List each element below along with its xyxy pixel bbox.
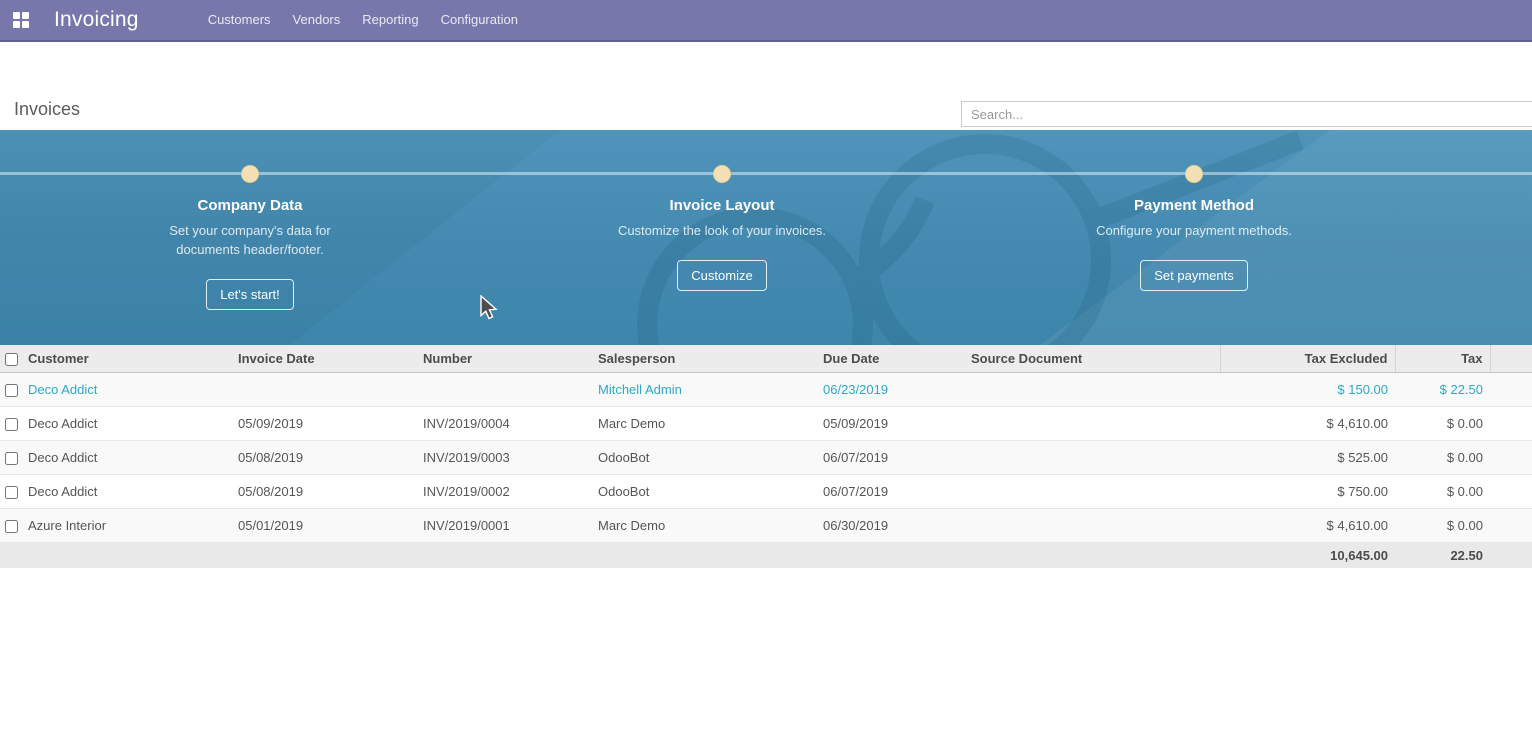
cell-customer: Deco Addict	[22, 474, 232, 508]
cell-number: INV/2019/0003	[417, 440, 592, 474]
table-header-row: Customer Invoice Date Number Salesperson…	[0, 345, 1532, 372]
onboarding-banner: Company Data Set your company's data for…	[0, 130, 1532, 345]
cell-due-date: 06/07/2019	[817, 440, 965, 474]
cell-due-date: 06/30/2019	[817, 508, 965, 542]
row-checkbox[interactable]	[5, 520, 18, 533]
step-title: Invoice Layout	[572, 197, 872, 214]
cell-tax: $ 0.00	[1395, 508, 1490, 542]
row-checkbox[interactable]	[5, 418, 18, 431]
cell-salesperson: Mitchell Admin	[592, 372, 817, 406]
cell-invoice-date: 05/01/2019	[232, 508, 417, 542]
cell-customer: Azure Interior	[22, 508, 232, 542]
cell-salesperson: Marc Demo	[592, 508, 817, 542]
step-description: Configure your payment methods.	[1084, 221, 1304, 240]
onboarding-step-invoice-layout: Invoice Layout Customize the look of you…	[572, 165, 872, 291]
search-input[interactable]	[961, 101, 1532, 127]
step-title: Company Data	[100, 197, 400, 214]
menu-configuration[interactable]: Configuration	[430, 0, 529, 40]
column-header-due-date[interactable]: Due Date	[817, 345, 965, 372]
column-header-invoice-date[interactable]: Invoice Date	[232, 345, 417, 372]
cell-tax: $ 22.50	[1395, 372, 1490, 406]
cell-invoice-date: 05/08/2019	[232, 474, 417, 508]
cell-tax-excluded: $ 750.00	[1220, 474, 1395, 508]
cell-tax-excluded: $ 4,610.00	[1220, 406, 1395, 440]
column-header-salesperson[interactable]: Salesperson	[592, 345, 817, 372]
column-header-number[interactable]: Number	[417, 345, 592, 372]
cell-source-document	[965, 406, 1220, 440]
column-header-customer[interactable]: Customer	[22, 345, 232, 372]
column-header-source-document[interactable]: Source Document	[965, 345, 1220, 372]
top-navbar: Invoicing Customers Vendors Reporting Co…	[0, 0, 1532, 42]
select-all-checkbox[interactable]	[5, 353, 18, 366]
table-row[interactable]: Deco Addict 05/08/2019 INV/2019/0002 Odo…	[0, 474, 1532, 508]
invoice-table: Customer Invoice Date Number Salesperson…	[0, 345, 1532, 568]
onboarding-step-payment-method: Payment Method Configure your payment me…	[1044, 165, 1344, 291]
menu-vendors[interactable]: Vendors	[282, 0, 352, 40]
cell-salesperson: Marc Demo	[592, 406, 817, 440]
table-row[interactable]: Deco Addict 05/09/2019 INV/2019/0004 Mar…	[0, 406, 1532, 440]
column-header-tax-excluded[interactable]: Tax Excluded	[1220, 345, 1395, 372]
cell-source-document	[965, 474, 1220, 508]
row-checkbox[interactable]	[5, 384, 18, 397]
main-menu: Customers Vendors Reporting Configuratio…	[197, 0, 529, 40]
set-payments-button[interactable]: Set payments	[1140, 260, 1248, 291]
column-header-spacer	[1490, 345, 1532, 372]
step-description: Customize the look of your invoices.	[612, 221, 832, 240]
row-checkbox[interactable]	[5, 486, 18, 499]
cell-invoice-date	[232, 372, 417, 406]
step-dot-icon	[713, 165, 731, 183]
tax-excluded-total: 10,645.00	[1220, 542, 1395, 568]
cell-salesperson: OdooBot	[592, 440, 817, 474]
lets-start-button[interactable]: Let's start!	[206, 279, 294, 310]
cell-tax-excluded: $ 525.00	[1220, 440, 1395, 474]
column-header-tax[interactable]: Tax	[1395, 345, 1490, 372]
table-footer-row: 10,645.00 22.50	[0, 542, 1532, 568]
invoice-list: Customer Invoice Date Number Salesperson…	[0, 345, 1532, 568]
app-title[interactable]: Invoicing	[54, 8, 139, 32]
cell-source-document	[965, 372, 1220, 406]
cell-tax: $ 0.00	[1395, 440, 1490, 474]
onboarding-step-company-data: Company Data Set your company's data for…	[100, 165, 400, 310]
row-checkbox[interactable]	[5, 452, 18, 465]
cell-tax-excluded: $ 4,610.00	[1220, 508, 1395, 542]
step-dot-icon	[241, 165, 259, 183]
cell-invoice-date: 05/09/2019	[232, 406, 417, 440]
cell-number: INV/2019/0002	[417, 474, 592, 508]
table-row[interactable]: Azure Interior 05/01/2019 INV/2019/0001 …	[0, 508, 1532, 542]
tax-total: 22.50	[1395, 542, 1490, 568]
step-dot-icon	[1185, 165, 1203, 183]
page-title: Invoices	[14, 99, 80, 120]
cell-due-date: 06/23/2019	[817, 372, 965, 406]
cell-source-document	[965, 508, 1220, 542]
cell-customer: Deco Addict	[22, 372, 232, 406]
cell-source-document	[965, 440, 1220, 474]
cell-customer: Deco Addict	[22, 440, 232, 474]
cell-number: INV/2019/0004	[417, 406, 592, 440]
menu-customers[interactable]: Customers	[197, 0, 282, 40]
step-title: Payment Method	[1044, 197, 1344, 214]
cell-due-date: 06/07/2019	[817, 474, 965, 508]
cell-customer: Deco Addict	[22, 406, 232, 440]
cell-tax-excluded: $ 150.00	[1220, 372, 1395, 406]
step-description: Set your company's data for documents he…	[140, 221, 360, 259]
cell-invoice-date: 05/08/2019	[232, 440, 417, 474]
cell-tax: $ 0.00	[1395, 474, 1490, 508]
menu-reporting[interactable]: Reporting	[351, 0, 429, 40]
customize-button[interactable]: Customize	[677, 260, 766, 291]
cell-due-date: 05/09/2019	[817, 406, 965, 440]
cell-salesperson: OdooBot	[592, 474, 817, 508]
apps-grid-icon[interactable]	[13, 12, 30, 29]
control-panel: Invoices + Create Import Filters ≡ Group…	[0, 44, 1532, 130]
table-row[interactable]: Deco Addict 05/08/2019 INV/2019/0003 Odo…	[0, 440, 1532, 474]
cell-number	[417, 372, 592, 406]
table-row[interactable]: Deco Addict Mitchell Admin 06/23/2019 $ …	[0, 372, 1532, 406]
cell-number: INV/2019/0001	[417, 508, 592, 542]
cell-tax: $ 0.00	[1395, 406, 1490, 440]
